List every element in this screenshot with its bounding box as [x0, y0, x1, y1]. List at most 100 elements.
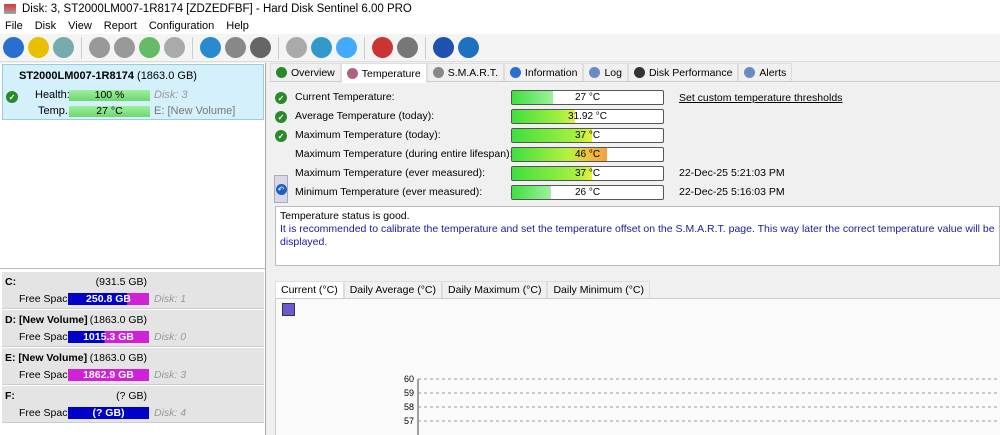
- menu-report[interactable]: Report: [99, 20, 144, 32]
- free-space-bar: 1862.9 GB: [68, 369, 149, 381]
- main-tabs: Overview Temperature S.M.A.R.T. Information…: [270, 63, 1000, 83]
- volume-disk: Disk: 4: [154, 407, 187, 419]
- menu-disk[interactable]: Disk: [30, 20, 63, 32]
- tab-s-m-a-r-t[interactable]: S.M.A.R.T.: [426, 63, 504, 81]
- chart-tab[interactable]: Current (°C): [275, 281, 344, 298]
- chart-tab[interactable]: Daily Maximum (°C): [442, 281, 548, 298]
- temperature-row: Minimum Temperature (ever measured): 26 °…: [270, 185, 1000, 201]
- status-box: Temperature status is good. It is recomm…: [275, 206, 1000, 266]
- toolbar: [0, 34, 1000, 62]
- tab-overview[interactable]: Overview: [270, 63, 341, 81]
- temperature-value: 27 °C: [574, 92, 601, 103]
- volume-item[interactable]: D: [New Volume] (1863.0 GB) Free Space 1015…: [2, 310, 264, 347]
- set-thresholds-link[interactable]: Set custom temperature thresholds: [679, 92, 842, 104]
- globe-icon[interactable]: [200, 37, 221, 58]
- tab-information[interactable]: Information: [503, 63, 584, 81]
- volume-name: D: [New Volume]: [5, 314, 88, 326]
- drive-icon[interactable]: [225, 37, 246, 58]
- menu-help[interactable]: Help: [221, 20, 256, 32]
- y-tick-label: 57: [404, 416, 414, 426]
- app-icon: [4, 4, 16, 14]
- temperature-row: Maximum Temperature (during entire lifes…: [270, 147, 1000, 163]
- disk-number: Disk: 3: [154, 89, 188, 101]
- tab-label: S.M.A.R.T.: [447, 66, 498, 79]
- volume-item[interactable]: F: (? GB) Free Space (? GB) Disk: 4: [2, 386, 264, 423]
- speaker-icon[interactable]: [397, 37, 418, 58]
- volume-disk: Disk: 3: [154, 369, 187, 381]
- help-icon[interactable]: [433, 37, 454, 58]
- y-tick-label: 58: [404, 402, 414, 412]
- disk-tool-2-icon[interactable]: [114, 37, 135, 58]
- alert-icon[interactable]: [28, 37, 49, 58]
- disk-search-icon[interactable]: [164, 37, 185, 58]
- chart-tab[interactable]: Daily Minimum (°C): [547, 281, 651, 298]
- volume-item[interactable]: E: [New Volume] (1863.0 GB) Free Space 1862…: [2, 348, 264, 385]
- temperature-value: 37 °C: [574, 168, 601, 179]
- temperature-bar: 26 °C: [511, 185, 664, 200]
- volume-size: (1863.0 GB): [89, 314, 147, 326]
- tab-disk-performance[interactable]: Disk Performance: [627, 63, 739, 81]
- free-space-label: Free Space: [19, 293, 74, 305]
- chart-icon[interactable]: [372, 37, 393, 58]
- tab-alerts[interactable]: Alerts: [738, 63, 793, 81]
- free-space-bar: 1015.3 GB: [68, 331, 149, 343]
- health-bar: 100 %: [69, 90, 150, 101]
- volume-name: C:: [5, 276, 17, 288]
- temp-label: Temp.:: [38, 105, 72, 117]
- tab-log[interactable]: Log: [583, 63, 628, 81]
- window-title: Disk: 3, ST2000LM007-1R8174 [ZDZEDFBF] -…: [22, 3, 412, 15]
- disk-volume: E: [New Volume]: [154, 105, 236, 117]
- temperature-label: Minimum Temperature (ever measured):: [295, 186, 483, 198]
- volume-size: (931.5 GB): [95, 276, 147, 288]
- chart-tabs: Current (°C) Daily Average (°C) Daily Maxi…: [275, 281, 1000, 299]
- temperature-value: 37 °C: [574, 130, 601, 141]
- tab-label: Disk Performance: [648, 66, 733, 79]
- temp-bar: 27 °C: [69, 106, 150, 117]
- ok-check-icon: ✓: [275, 92, 287, 104]
- tab-label: Overview: [291, 66, 335, 79]
- disk-size: (1863.0 GB): [137, 70, 197, 82]
- tab-icon: [346, 68, 358, 79]
- menu-configuration[interactable]: Configuration: [144, 20, 221, 32]
- network-icon[interactable]: [336, 37, 357, 58]
- divider: [0, 268, 265, 269]
- menu-file[interactable]: File: [0, 20, 30, 32]
- disk-card[interactable]: ST2000LM007-1R8174 (1863.0 GB) ✓ Health:…: [2, 64, 264, 120]
- toolbar-separator: [425, 36, 426, 59]
- status-recommendation: It is recommended to calibrate the tempe…: [280, 223, 995, 248]
- temperature-value: 31.92 °C: [567, 111, 608, 122]
- menu-bar: File Disk View Report Configuration Help: [0, 18, 1000, 34]
- temperature-label: Average Temperature (today):: [295, 110, 435, 122]
- temperature-label: Maximum Temperature (ever measured):: [295, 167, 486, 179]
- refresh-icon[interactable]: [3, 37, 24, 58]
- info-icon[interactable]: [458, 37, 479, 58]
- toolbar-separator: [364, 36, 365, 59]
- sync-icon[interactable]: [311, 37, 332, 58]
- temperature-value: 46 °C: [574, 149, 601, 160]
- reset-button[interactable]: ↶: [274, 175, 288, 203]
- right-panel: Overview Temperature S.M.A.R.T. Information…: [270, 63, 1000, 435]
- tab-temperature[interactable]: Temperature: [340, 63, 427, 83]
- chart-tab[interactable]: Daily Average (°C): [343, 281, 443, 298]
- y-tick-label: 60: [404, 374, 414, 384]
- temperature-bar: 37 °C: [511, 166, 664, 181]
- menu-view[interactable]: View: [63, 20, 99, 32]
- back-arrow-icon: ↶: [275, 183, 287, 195]
- disk-check-icon[interactable]: [139, 37, 160, 58]
- temperature-row: Maximum Temperature (ever measured): 37 °…: [270, 166, 1000, 182]
- health-ok-icon: ✓: [6, 91, 18, 103]
- y-tick-label: 59: [404, 388, 414, 398]
- volume-size: (1863.0 GB): [89, 352, 147, 364]
- volume-name: F:: [5, 390, 15, 402]
- drive-2-icon[interactable]: [250, 37, 271, 58]
- tab-label: Temperature: [361, 67, 421, 80]
- ok-check-icon: ✓: [275, 111, 287, 123]
- report-icon[interactable]: [286, 37, 307, 58]
- volume-item[interactable]: C: (931.5 GB) Free Space 250.8 GB Disk: 1: [2, 272, 264, 309]
- tab-label: Information: [524, 66, 578, 79]
- disk-tool-1-icon[interactable]: [89, 37, 110, 58]
- ok-check-icon: ✓: [275, 130, 287, 142]
- disk-icon[interactable]: [53, 37, 74, 58]
- temperature-label: Maximum Temperature (during entire lifes…: [295, 148, 513, 160]
- temperature-bar: 46 °C: [511, 147, 664, 162]
